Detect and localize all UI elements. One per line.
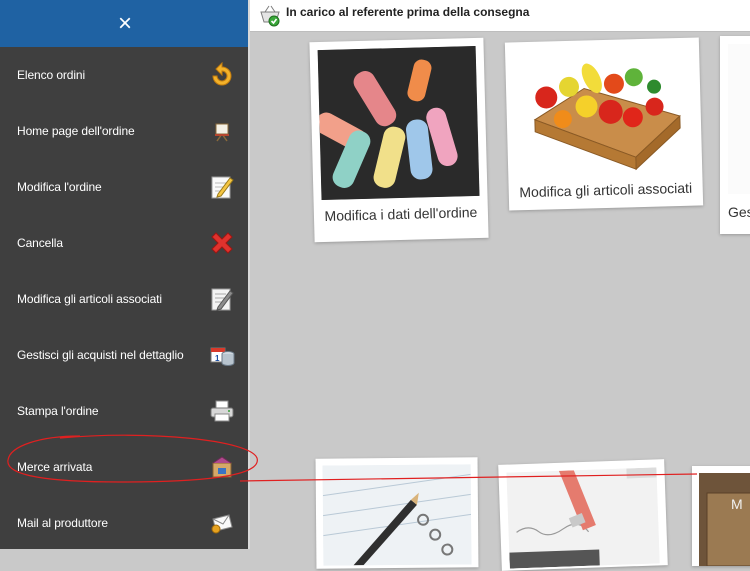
menu-item-label: Modifica l'ordine <box>17 180 102 194</box>
sidebar-divider <box>248 0 250 549</box>
menu-item-merce-arrivata[interactable]: Merce arrivata <box>0 439 250 495</box>
basket-check-icon <box>258 3 282 27</box>
fruit-crate-photo <box>513 45 695 179</box>
order-status-text: In carico al referente prima della conse… <box>286 5 530 19</box>
red-x-icon <box>208 229 236 257</box>
close-menu-button[interactable]: × <box>0 0 250 47</box>
svg-text:M: M <box>731 496 743 512</box>
partial-box-photo: M <box>699 473 750 566</box>
return-arrow-icon <box>208 61 236 89</box>
menu-item-elenco-ordini[interactable]: Elenco ordini <box>0 47 250 103</box>
menu-item-label: Gestisci gli acquisti nel dettaglio <box>17 348 184 362</box>
menu-item-label: Home page dell'ordine <box>17 124 135 138</box>
menu-item-label: Elenco ordini <box>17 68 86 82</box>
edit-list-icon <box>208 285 236 313</box>
card-box[interactable]: M <box>692 466 750 566</box>
menu-item-label: Mail al produttore <box>17 516 108 530</box>
card-pencil-eraser[interactable] <box>498 459 668 571</box>
menu-item-cancella[interactable]: Cancella <box>0 215 250 271</box>
menu-item-label: Merce arrivata <box>17 460 93 474</box>
printer-icon <box>208 397 236 425</box>
menu-item-modifica-ordine[interactable]: Modifica l'ordine <box>0 159 250 215</box>
mail-icon <box>208 509 236 537</box>
menu-item-home-ordine[interactable]: Home page dell'ordine <box>0 103 250 159</box>
easel-icon <box>208 117 236 145</box>
chalk-photo <box>317 45 480 201</box>
menu-item-mail-produttore[interactable]: Mail al produttore <box>0 495 250 551</box>
menu-item-label: Cancella <box>17 236 63 250</box>
partial-photo <box>728 44 750 194</box>
card-caption: Modifica i dati dell'ordine <box>324 203 478 224</box>
svg-text:1: 1 <box>215 354 220 363</box>
menu-item-stampa[interactable]: Stampa l'ordine <box>0 383 250 439</box>
card-notebook[interactable] <box>315 457 479 569</box>
pencil-eraser-photo <box>506 467 660 569</box>
sidebar: × Elenco ordini Home page dell'ordine Mo… <box>0 0 250 549</box>
status-bar: In carico al referente prima della conse… <box>250 0 750 32</box>
card-modifica-articoli-associati[interactable]: Modifica gli articoli associati <box>504 37 704 211</box>
card-caption: Modifica gli articoli associati <box>519 179 693 201</box>
notebook-pencil-photo <box>322 464 472 566</box>
card-caption: Ges <box>728 204 750 220</box>
menu-item-label: Stampa l'ordine <box>17 404 99 418</box>
pencil-paper-icon <box>208 173 236 201</box>
calendar-db-icon: 1 <box>208 341 236 369</box>
menu-item-gestisci-acquisti[interactable]: Gestisci gli acquisti nel dettaglio 1 <box>0 327 250 383</box>
card-gestisci[interactable]: Ges <box>720 36 750 234</box>
delivery-box-icon <box>208 453 236 481</box>
menu-item-label: Modifica gli articoli associati <box>17 292 162 306</box>
menu-item-modifica-articoli[interactable]: Modifica gli articoli associati <box>0 271 250 327</box>
card-modifica-dati-ordine[interactable]: Modifica i dati dell'ordine <box>309 37 489 243</box>
close-icon[interactable]: × <box>118 10 132 38</box>
